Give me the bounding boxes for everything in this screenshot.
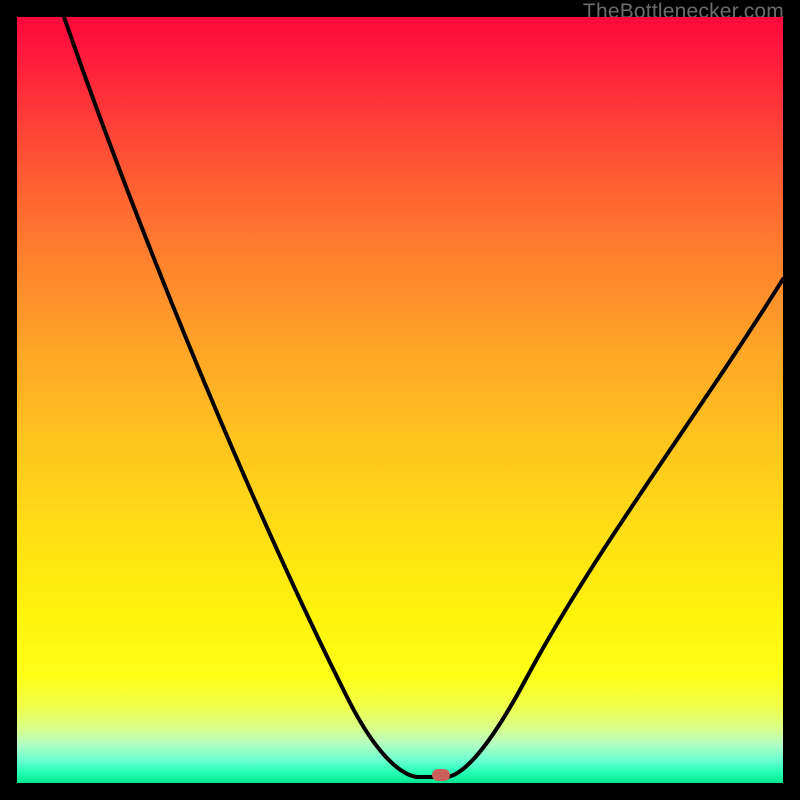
optimum-marker	[432, 769, 450, 781]
curve-path	[64, 17, 783, 777]
chart-stage: TheBottlenecker.com	[0, 0, 800, 800]
bottleneck-curve	[17, 17, 783, 783]
plot-area	[17, 17, 783, 783]
